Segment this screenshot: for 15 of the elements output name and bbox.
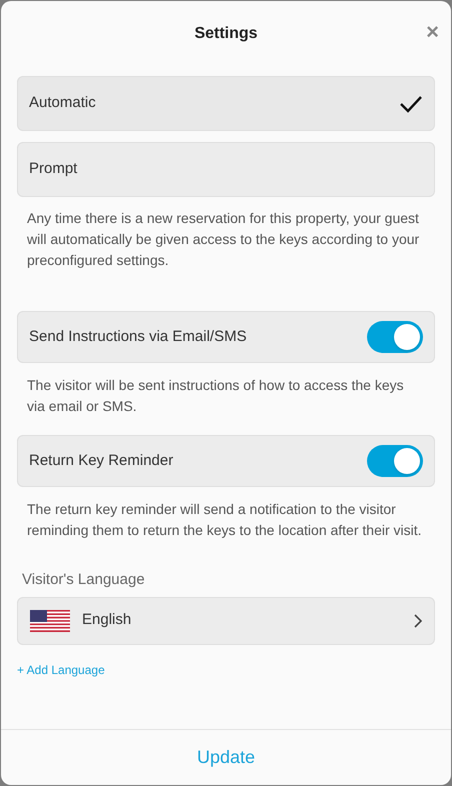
mode-option[interactable]: Automatic xyxy=(17,76,435,131)
mode-description: Any time there is a new reservation for this property, your guest will automatically be given access to the keys according to your preconfigured settings. xyxy=(26,209,420,270)
toggle-switch[interactable] xyxy=(367,321,423,353)
chevron-right-icon xyxy=(414,614,422,628)
toggle-switch[interactable] xyxy=(367,445,423,477)
flag-icon xyxy=(30,610,70,632)
language-selector[interactable]: English xyxy=(17,596,435,644)
mode-option[interactable]: Prompt xyxy=(17,142,435,197)
toggle-description: The visitor will be sent instructions of how to access the keys via email or SMS. xyxy=(26,376,405,416)
dialog-title: Settings xyxy=(194,24,258,44)
toggle-description: The return key reminder will send a notification to the visitor reminding them to return the keys to the location after their visit. xyxy=(26,500,423,540)
toggle-label: Send Instructions via Email/SMS xyxy=(29,326,247,347)
toggle-label: Return Key Reminder xyxy=(29,450,174,471)
language-label: Visitor's Language xyxy=(21,570,146,590)
check-icon xyxy=(399,94,423,114)
